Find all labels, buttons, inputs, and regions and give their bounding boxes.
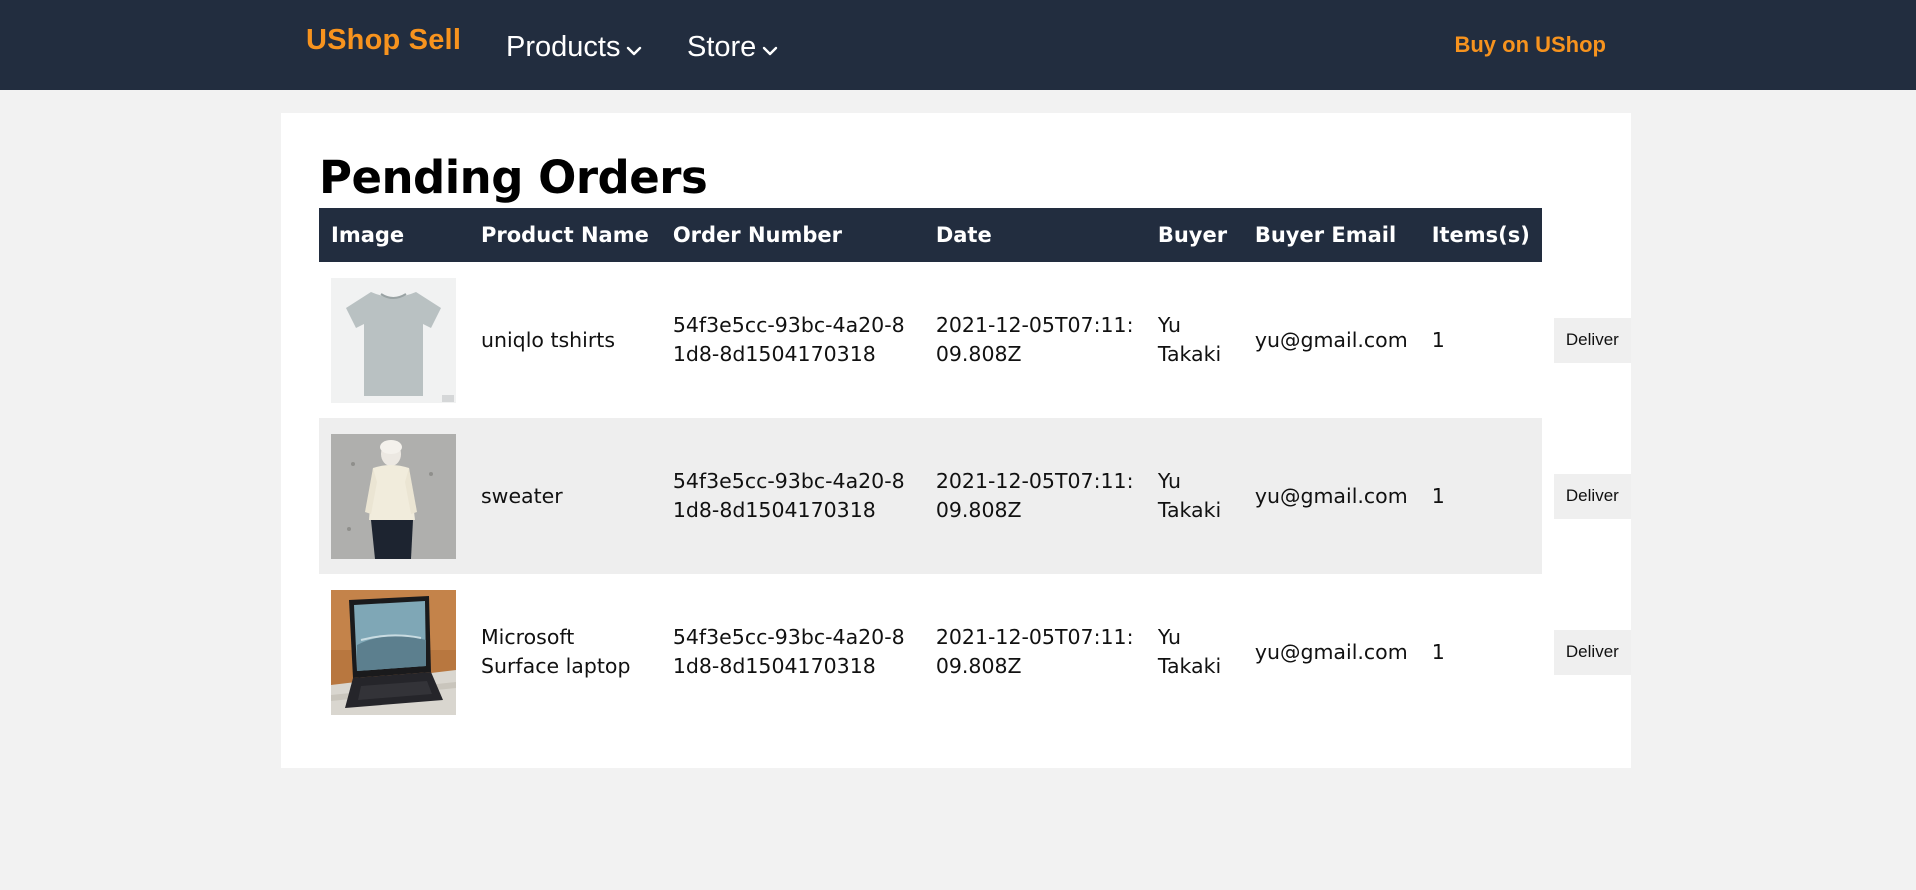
cell-buyer-email: yu@gmail.com — [1242, 418, 1420, 574]
header-image: Image — [319, 208, 469, 262]
pending-orders-table: Image Product Name Order Number Date Buy… — [319, 208, 1631, 730]
nav-store-label: Store — [687, 31, 757, 63]
page-title: Pending Orders — [319, 151, 708, 204]
cell-items: 1 — [1431, 327, 1445, 352]
cell-buyer: Yu Takaki — [1157, 313, 1222, 366]
cell-items: 1 — [1431, 639, 1445, 664]
cell-buyer-email: yu@gmail.com — [1254, 639, 1408, 664]
cell-buyer-email: yu@gmail.com — [1254, 327, 1408, 352]
header-product-name: Product Name — [469, 208, 661, 262]
table-row: sweater 54f3e5cc-93bc-4a20-81d8-8d150417… — [319, 418, 1631, 574]
cell-buyer: Yu Takaki — [1157, 625, 1222, 678]
cell-image — [319, 418, 469, 574]
tshirt-photo — [331, 277, 456, 403]
header-order-number: Order Number — [660, 208, 924, 262]
orders-card: Pending Orders Image Product Name Order … — [281, 113, 1631, 768]
cell-order-number: 54f3e5cc-93bc-4a20-81d8-8d1504170318 — [672, 625, 905, 678]
deliver-button[interactable]: Deliver — [1553, 629, 1631, 675]
cell-product-name: uniqlo tshirts — [481, 327, 616, 352]
deliver-button[interactable]: Deliver — [1553, 473, 1631, 519]
cell-order-number: 54f3e5cc-93bc-4a20-81d8-8d1504170318 — [660, 418, 924, 574]
cell-date: 2021-12-05T07:11:09.808Z — [923, 418, 1146, 574]
cell-product-name: Microsoft Surface laptop — [481, 625, 631, 678]
cell-action: Deliver — [1542, 574, 1631, 730]
cell-order-number: 54f3e5cc-93bc-4a20-81d8-8d1504170318 — [672, 313, 905, 366]
brand-logo[interactable]: UShop Sell — [306, 24, 461, 57]
table-row: Microsoft Surface laptop 54f3e5cc-93bc-4… — [319, 574, 1631, 730]
cell-date: 2021-12-05T07:11:09.808Z — [935, 625, 1134, 678]
sweater-photo — [331, 433, 456, 559]
cell-date: 2021-12-05T07:11:09.808Z — [935, 313, 1134, 366]
cell-image — [319, 574, 469, 730]
table-row: uniqlo tshirts 54f3e5cc-93bc-4a20-81d8-8… — [319, 262, 1631, 418]
chevron-down-icon — [762, 32, 778, 65]
cell-buyer: Yu Takaki — [1145, 418, 1243, 574]
header-buyer: Buyer — [1145, 208, 1243, 262]
header-date: Date — [923, 208, 1146, 262]
cell-action: Deliver — [1542, 262, 1631, 418]
cell-items: 1 — [1419, 418, 1542, 574]
top-navbar: UShop Sell Products Store Buy on UShop — [0, 0, 1916, 90]
deliver-button[interactable]: Deliver — [1553, 317, 1631, 363]
cell-product-name: sweater — [469, 418, 661, 574]
laptop-photo — [331, 589, 456, 715]
nav-products-label: Products — [506, 31, 621, 63]
nav-store-menu[interactable]: Store — [687, 30, 778, 65]
table-header-row: Image Product Name Order Number Date Buy… — [319, 208, 1631, 262]
header-buyer-email: Buyer Email — [1242, 208, 1420, 262]
chevron-down-icon — [626, 32, 642, 65]
header-items: Items(s) — [1419, 208, 1542, 262]
cell-image — [319, 262, 469, 418]
nav-products-menu[interactable]: Products — [506, 30, 642, 65]
cell-action: Deliver — [1542, 418, 1631, 574]
header-action-spacer — [1542, 208, 1631, 262]
buy-on-ushop-link[interactable]: Buy on UShop — [1454, 32, 1606, 58]
